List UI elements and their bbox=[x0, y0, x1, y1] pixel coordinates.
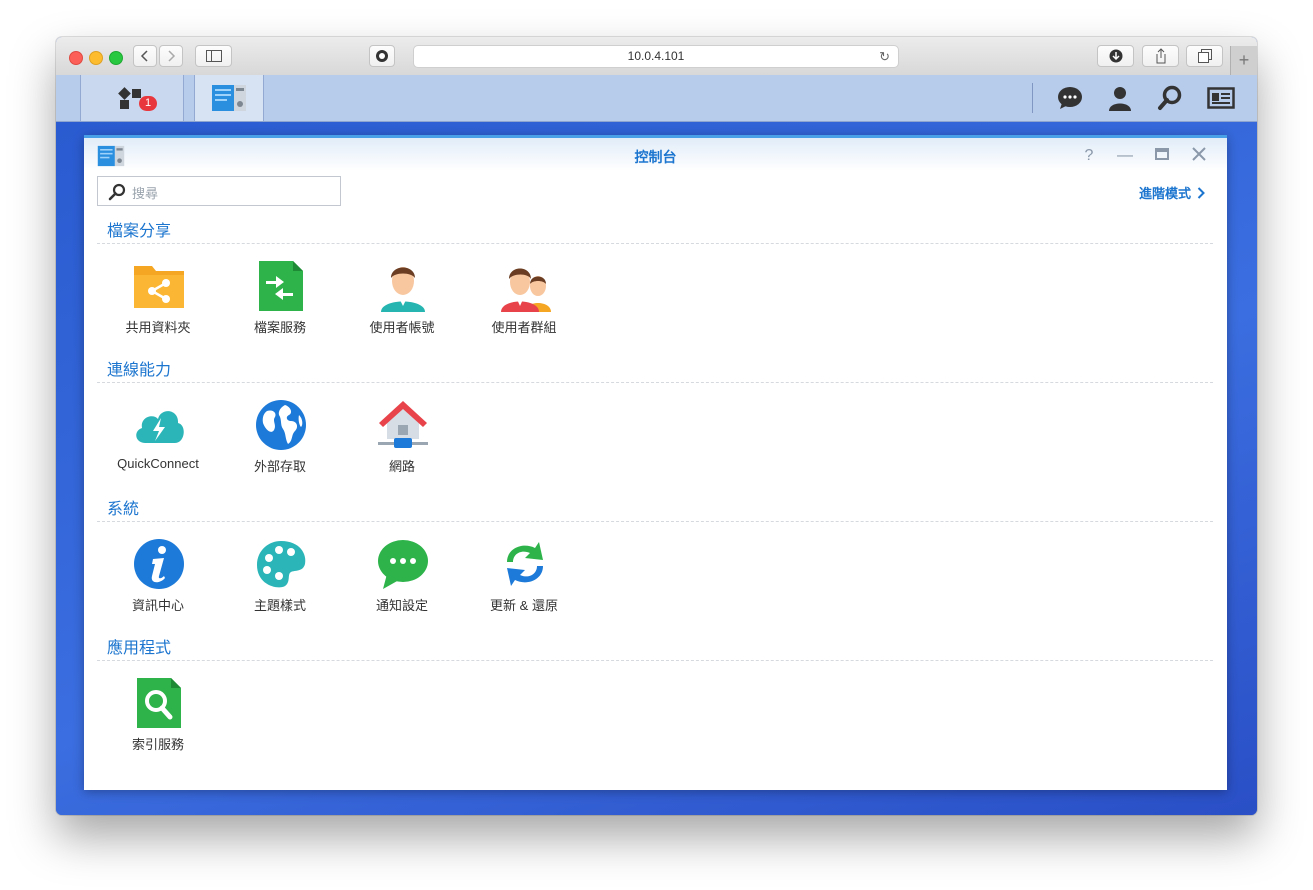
user-options-button[interactable] bbox=[1105, 83, 1135, 113]
item-user-groups[interactable]: 使用者群組 bbox=[466, 260, 582, 340]
control-panel-header: 控制台 ? — bbox=[84, 135, 1227, 171]
section-title-connectivity: 連線能力 bbox=[107, 362, 172, 379]
item-label: 檔案服務 bbox=[253, 320, 306, 335]
item-update-restore[interactable]: 更新 & 還原 bbox=[466, 538, 582, 618]
item-shared-folder[interactable]: 共用資料夾 bbox=[100, 260, 216, 340]
item-label: 更新 & 還原 bbox=[490, 598, 558, 613]
section-title-file-sharing: 檔案分享 bbox=[107, 223, 172, 240]
downloads-button[interactable] bbox=[1097, 45, 1134, 67]
tabs-icon bbox=[1197, 49, 1212, 63]
item-label: 通知設定 bbox=[375, 598, 428, 613]
messages-button[interactable] bbox=[1055, 83, 1085, 113]
section-divider bbox=[97, 660, 1213, 661]
group-icon bbox=[501, 268, 551, 312]
close-window-button[interactable] bbox=[69, 51, 83, 65]
reload-icon[interactable]: ↻ bbox=[879, 46, 890, 67]
search-input[interactable]: 搜尋 bbox=[97, 176, 341, 206]
minimize-window-button[interactable] bbox=[89, 51, 103, 65]
control-panel-taskbar-button[interactable] bbox=[194, 75, 264, 121]
help-icon[interactable]: ? bbox=[1080, 147, 1098, 165]
chevron-left-icon bbox=[140, 50, 148, 62]
item-quickconnect[interactable]: QuickConnect bbox=[100, 399, 216, 479]
taskbar-divider bbox=[1032, 83, 1033, 113]
section-title-system: 系統 bbox=[107, 501, 140, 518]
minimize-icon[interactable]: — bbox=[1116, 147, 1134, 165]
main-menu-button[interactable]: 1 bbox=[80, 75, 184, 121]
section-divider bbox=[97, 382, 1213, 383]
item-label: 索引服務 bbox=[131, 737, 184, 752]
item-label: 共用資料夾 bbox=[125, 320, 191, 335]
network-house-icon bbox=[378, 401, 428, 448]
window-title: 控制台 bbox=[634, 149, 677, 165]
item-label: 使用者帳號 bbox=[369, 320, 435, 335]
item-label: 資訊中心 bbox=[131, 598, 184, 613]
item-notification[interactable]: 通知設定 bbox=[344, 538, 460, 618]
back-button[interactable] bbox=[133, 45, 157, 67]
download-icon bbox=[1109, 49, 1122, 63]
item-external-access[interactable]: 外部存取 bbox=[222, 399, 338, 479]
widget-card-icon bbox=[1207, 87, 1235, 109]
search-icon bbox=[1158, 85, 1182, 110]
refresh-icon bbox=[507, 542, 543, 586]
notification-badge: 1 bbox=[139, 96, 157, 111]
section-title-applications: 應用程式 bbox=[107, 640, 172, 657]
item-theme[interactable]: 主題樣式 bbox=[222, 538, 338, 618]
chevron-right-icon bbox=[168, 50, 176, 62]
global-search-button[interactable] bbox=[1155, 83, 1185, 113]
share-button[interactable] bbox=[1142, 45, 1179, 67]
advanced-mode-label: 進階模式 bbox=[1138, 186, 1191, 201]
chat-bubble-icon bbox=[378, 540, 428, 589]
dsm-taskbar: 1 bbox=[56, 75, 1257, 122]
search-placeholder: 搜尋 bbox=[132, 186, 159, 201]
advanced-mode-link[interactable]: 進階模式 bbox=[1139, 183, 1205, 202]
item-network[interactable]: 網路 bbox=[344, 399, 460, 479]
item-indexing-service[interactable]: 索引服務 bbox=[100, 677, 216, 757]
user-icon bbox=[381, 267, 425, 312]
close-shape bbox=[1192, 147, 1206, 161]
item-label: 主題樣式 bbox=[253, 598, 306, 613]
item-user-accounts[interactable]: 使用者帳號 bbox=[344, 260, 460, 340]
file-services-icon bbox=[259, 261, 303, 311]
maximize-icon[interactable] bbox=[1153, 147, 1171, 165]
chevron-right-icon bbox=[1197, 186, 1205, 199]
browser-toolbar: 10.0.4.101 ↻ + bbox=[56, 37, 1257, 76]
sidebar-icon bbox=[205, 50, 222, 62]
search-icon bbox=[108, 183, 126, 201]
info-icon bbox=[134, 539, 184, 589]
quickconnect-icon bbox=[136, 411, 184, 443]
browser-window: 10.0.4.101 ↻ + 1 控制台 ? — 搜尋 進階模式 檔案分享 共用… bbox=[56, 37, 1257, 815]
tabs-overview-button[interactable] bbox=[1186, 45, 1223, 67]
item-info-center[interactable]: 資訊中心 bbox=[100, 538, 216, 618]
widgets-button[interactable] bbox=[1206, 83, 1236, 113]
palette-icon bbox=[257, 541, 306, 588]
section-divider bbox=[97, 521, 1213, 522]
sidebar-toggle-button[interactable] bbox=[195, 45, 232, 67]
privacy-report-button[interactable] bbox=[369, 45, 395, 67]
address-bar[interactable]: 10.0.4.101 ↻ bbox=[413, 45, 899, 68]
forward-button[interactable] bbox=[159, 45, 183, 67]
url-text: 10.0.4.101 bbox=[627, 49, 685, 63]
item-file-services[interactable]: 檔案服務 bbox=[222, 260, 338, 340]
chat-icon bbox=[1058, 87, 1082, 109]
item-label: 使用者群組 bbox=[491, 320, 557, 335]
control-panel-icon bbox=[212, 85, 246, 111]
item-label: 外部存取 bbox=[253, 459, 306, 474]
shield-icon bbox=[376, 50, 388, 62]
section-divider bbox=[97, 243, 1213, 244]
control-panel-window: 控制台 ? — 搜尋 進階模式 檔案分享 共用資料夾 檔案服務 使用者帳號 使用… bbox=[84, 135, 1227, 790]
maximize-window-button[interactable] bbox=[109, 51, 123, 65]
indexing-icon bbox=[137, 678, 181, 728]
globe-icon bbox=[256, 400, 306, 450]
maximize-shape bbox=[1155, 148, 1169, 160]
item-label: QuickConnect bbox=[117, 456, 199, 471]
new-tab-button[interactable]: + bbox=[1230, 46, 1257, 75]
share-icon bbox=[1156, 48, 1165, 64]
item-label: 網路 bbox=[388, 459, 415, 474]
close-icon[interactable] bbox=[1190, 147, 1208, 165]
person-icon bbox=[1109, 87, 1131, 111]
shared-folder-icon bbox=[134, 266, 184, 308]
